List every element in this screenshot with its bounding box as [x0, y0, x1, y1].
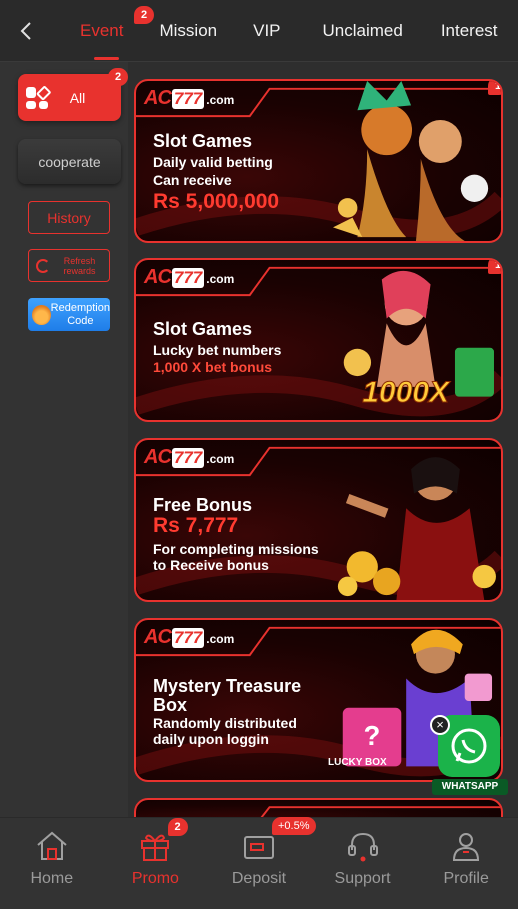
tab-unclaimed[interactable]: Unclaimed	[309, 0, 417, 62]
nav-deposit-badge: +0.5%	[272, 817, 316, 835]
tab-label: Mission	[159, 20, 218, 40]
woman-with-gold-coins-illustration	[337, 457, 496, 600]
brand-logo: AC 777 .com	[144, 446, 235, 468]
redemption-code-button[interactable]: Redemption Code	[28, 298, 110, 331]
category-cooperate-label: cooperate	[38, 153, 101, 170]
category-all-button[interactable]: All 2	[18, 68, 128, 121]
category-sidebar: All 2 cooperate History Refresh rewards …	[0, 62, 128, 817]
nav-label: Deposit	[231, 870, 287, 887]
wallet-icon	[243, 836, 274, 859]
nav-promo-badge: 2	[167, 818, 188, 836]
top-tab-bar: Event 2 Mission VIP Unclaimed Interest	[0, 0, 518, 62]
lucky-box-text: LUCKY BOX	[328, 757, 387, 768]
carnival-dancers-illustration	[333, 81, 489, 241]
banner-line: For completing missions	[153, 541, 319, 557]
promo-page: Event 2 Mission VIP Unclaimed Interest A…	[0, 0, 518, 909]
nav-label: Profile	[443, 870, 489, 887]
brand-logo: AC 777 .com	[144, 87, 235, 109]
back-button[interactable]	[0, 0, 52, 62]
tab-label: Interest	[440, 20, 498, 40]
tab-mission[interactable]: Mission	[145, 0, 231, 62]
nav-label: Support	[334, 870, 391, 887]
banner-line: 1,000 X bet bonus	[153, 359, 273, 375]
banner-title-line2: Box	[153, 695, 188, 715]
tab-label: VIP	[253, 20, 281, 40]
whatsapp-label: WHATSAPP	[432, 779, 508, 795]
grid-icon	[26, 84, 51, 109]
promo-banner-slot-games-lucky[interactable]: AC 777 .com Slot Games Lucky bet numbers 1…	[134, 258, 503, 422]
nav-label: Promo	[131, 870, 179, 887]
banner-title: Slot Games	[153, 319, 253, 339]
refresh-rewards-button[interactable]: Refresh rewards	[28, 249, 110, 282]
banner-amount: Rs 7,777	[153, 514, 239, 537]
banner-line: Randomly distributed	[153, 715, 297, 731]
bonus-1000x-text: 1000X	[362, 376, 450, 410]
redemption-code-label: Redemption Code	[50, 301, 110, 327]
whatsapp-floating-button[interactable]: WHATSAPP ×	[430, 713, 510, 799]
banner-amount: Rs 5,000,000	[153, 190, 280, 213]
tab-interest[interactable]: Interest	[427, 0, 512, 62]
nav-label: Home	[30, 870, 74, 887]
bottom-navigation: Home Promo 2 Deposit Support Profile	[0, 817, 518, 909]
brand-logo: AC 777 .com	[144, 626, 235, 648]
banner-title: Slot Games	[153, 131, 253, 151]
tab-list: Event 2 Mission VIP Unclaimed Interest	[52, 0, 512, 62]
user-icon	[453, 833, 480, 861]
tab-vip[interactable]: VIP	[239, 0, 294, 62]
chevron-left-icon	[20, 21, 31, 40]
nav-promo[interactable]: Promo 2	[104, 818, 208, 909]
gift-icon	[32, 304, 51, 325]
svg-text:?: ?	[364, 720, 381, 751]
banner-badge: 1	[488, 260, 501, 274]
tab-label: Unclaimed	[322, 20, 403, 40]
promo-banner-free-bonus[interactable]: AC 777 .com Free Bonus Rs 7,777 For comple…	[134, 438, 503, 602]
banner-title: Mystery Treasure	[153, 676, 302, 696]
banner-line: Lucky bet numbers	[153, 342, 282, 358]
history-label: History	[47, 209, 91, 226]
nav-support[interactable]: Support	[311, 818, 415, 909]
category-all-label: All	[69, 89, 86, 106]
banner-title: Free Bonus	[153, 495, 253, 515]
brand-logo: AC 777 .com	[144, 266, 235, 288]
banner-badge: 1	[488, 81, 501, 95]
banner-line: Can receive	[153, 172, 232, 188]
tab-event[interactable]: Event 2	[66, 0, 154, 62]
home-icon	[37, 831, 67, 860]
promo-banner-slot-games-daily[interactable]: AC 777 .com Slot Games Daily valid betting…	[134, 79, 503, 243]
banner-line: to Receive bonus	[153, 557, 269, 573]
refresh-icon	[36, 258, 50, 273]
category-cooperate-button[interactable]: cooperate	[18, 139, 121, 184]
category-all-badge: 2	[108, 68, 128, 86]
headset-icon	[347, 832, 378, 862]
whatsapp-close-button[interactable]: ×	[430, 715, 450, 735]
nav-home[interactable]: Home	[0, 818, 104, 909]
banner-line: daily upon loggin	[153, 731, 269, 747]
history-button[interactable]: History	[28, 201, 110, 234]
refresh-rewards-label: Refresh rewards	[63, 255, 96, 276]
nav-profile[interactable]: Profile	[414, 818, 518, 909]
banner-line: Daily valid betting	[153, 154, 273, 170]
tab-label: Event	[80, 20, 124, 40]
